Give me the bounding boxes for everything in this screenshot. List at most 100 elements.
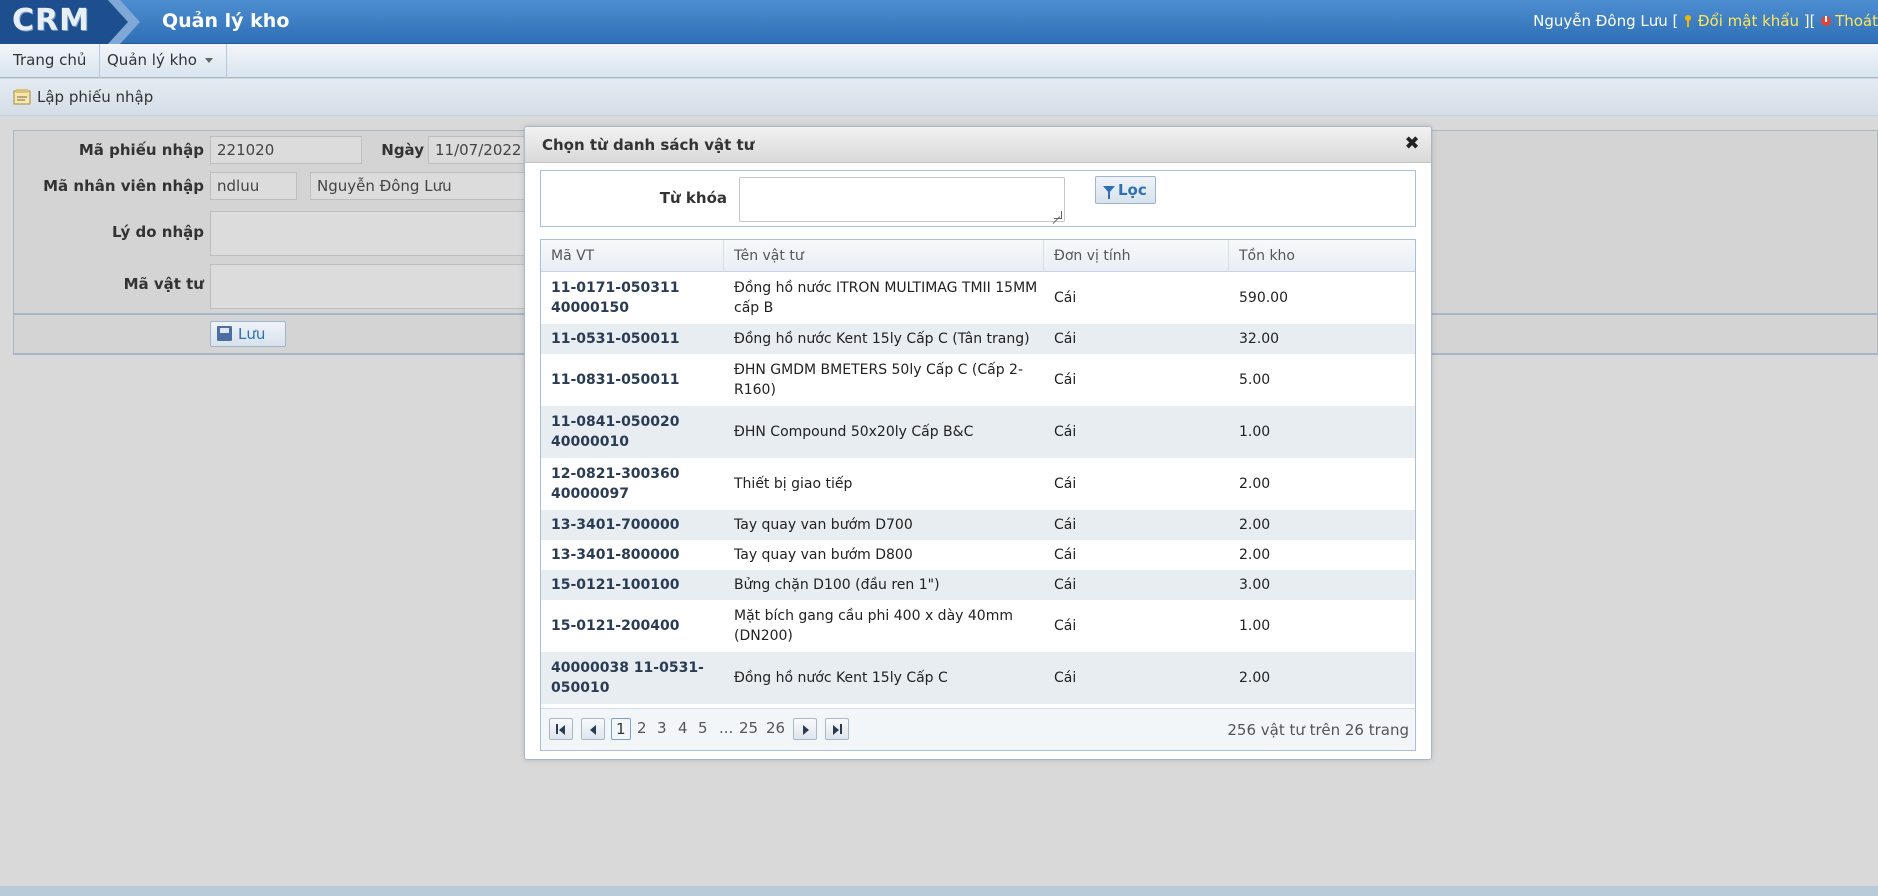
menu-item-label: Trang chủ <box>13 51 87 69</box>
cell-name: Tay quay van bướm D700 <box>734 517 913 533</box>
table-row[interactable]: 12-0821-300360 40000097 Thiết bị giao tiế… <box>541 458 1415 510</box>
cell-unit: Cái <box>1054 476 1077 492</box>
cell-name: Đồng hồ nước ITRON MULTIMAG TMII 15MM cấ… <box>734 280 1038 316</box>
table-row[interactable]: 13-3401-700000 Tay quay van bướm D700 Cái 2… <box>541 510 1415 540</box>
table-row[interactable]: 40000038 11-0531-050010 Đồng hồ nước Kent… <box>541 652 1415 704</box>
cell-stock: 590.00 <box>1239 290 1288 306</box>
cell-name: Đồng hồ nước Kent 15ly Cấp C <box>734 670 948 686</box>
page-number[interactable]: 25 <box>739 719 758 737</box>
employee-code-field[interactable]: ndluu <box>210 172 297 200</box>
cell-code: 15-0121-200400 <box>551 618 680 634</box>
cell-code: 13-3401-800000 <box>551 547 680 563</box>
column-header-stock[interactable]: Tồn kho <box>1229 240 1415 272</box>
cell-code: 40000038 11-0531-050010 <box>551 660 704 696</box>
logout-link[interactable]: Thoát <box>1835 12 1878 30</box>
resize-grip-icon[interactable] <box>1054 211 1062 219</box>
menu-item-warehouse[interactable]: Quản lý kho <box>94 44 227 78</box>
material-picker-dialog: Chọn từ danh sách vật tư ✖ Từ khóa Lọc M… <box>524 126 1432 760</box>
save-button[interactable]: Lưu <box>210 321 286 347</box>
cell-code: 13-3401-700000 <box>551 517 680 533</box>
footer-strip <box>0 886 1878 896</box>
cell-stock: 3.00 <box>1239 577 1271 593</box>
filter-icon <box>1103 186 1115 199</box>
table-row[interactable]: 15-0121-200400 Mặt bích gang cầu phi 400 … <box>541 600 1415 652</box>
crm-logo[interactable]: CRM <box>0 0 148 44</box>
filter-button[interactable]: Lọc <box>1095 176 1156 204</box>
save-label: Lưu <box>238 325 266 343</box>
cell-stock: 1.00 <box>1239 618 1271 634</box>
last-page-button[interactable] <box>825 718 849 740</box>
menu-item-home[interactable]: Trang chủ <box>0 44 101 78</box>
grid-header: Mã VT Tên vật tư Đơn vị tính Tồn kho <box>541 240 1415 272</box>
cell-code: 11-0831-050011 <box>551 372 680 388</box>
cell-name: Thiết bị giao tiếp <box>734 476 853 492</box>
logo-text: CRM <box>12 3 90 38</box>
page-title-bar: Lập phiếu nhập <box>0 79 1878 116</box>
cell-stock: 1.00 <box>1239 424 1271 440</box>
pager-info: 256 vật tư trên 26 trang <box>1227 721 1409 739</box>
keyword-input[interactable] <box>739 177 1065 222</box>
prev-page-button[interactable] <box>581 718 605 740</box>
column-header-name[interactable]: Tên vật tư <box>724 240 1044 272</box>
table-row[interactable]: 15-0121-100100 Bửng chặn D100 (đầu ren 1"… <box>541 570 1415 600</box>
first-page-button[interactable] <box>549 718 573 740</box>
user-name: Nguyễn Đông Lưu [ <box>1533 12 1679 30</box>
form-edit-icon <box>13 88 32 105</box>
logout-icon <box>1820 14 1832 28</box>
cell-code: 11-0841-050020 40000010 <box>551 414 680 450</box>
user-area: Nguyễn Đông Lưu [ Đổi mật khẩu ][ Thoát <box>1533 12 1878 30</box>
material-code-field[interactable] <box>210 264 538 309</box>
next-page-button[interactable] <box>793 718 817 740</box>
page-title: Lập phiếu nhập <box>37 88 154 106</box>
close-icon[interactable]: ✖ <box>1403 135 1421 153</box>
table-row[interactable]: 11-0171-050311 40000150 Đồng hồ nước ITRO… <box>541 272 1415 324</box>
reason-field[interactable] <box>210 211 538 256</box>
cell-unit: Cái <box>1054 670 1077 686</box>
change-password-link[interactable]: Đổi mật khẩu <box>1698 12 1799 30</box>
cell-stock: 32.00 <box>1239 331 1280 347</box>
table-row[interactable]: 11-0531-050011 Đồng hồ nước Kent 15ly Cấp… <box>541 324 1415 354</box>
receipt-code-label: Mã phiếu nhập <box>78 141 204 159</box>
app-title: Quản lý kho <box>162 10 290 32</box>
material-grid: Mã VT Tên vật tư Đơn vị tính Tồn kho 11-… <box>540 239 1416 751</box>
dialog-titlebar[interactable]: Chọn từ danh sách vật tư ✖ <box>525 127 1431 163</box>
page-ellipsis: ... <box>719 719 734 737</box>
keyword-label: Từ khóa <box>659 189 727 207</box>
table-row[interactable]: 13-3401-800000 Tay quay van bướm D800 Cái 2… <box>541 540 1415 570</box>
filter-button-label: Lọc <box>1118 181 1147 199</box>
cell-code: 15-0121-100100 <box>551 577 680 593</box>
page-number[interactable]: 26 <box>766 719 785 737</box>
cell-stock: 2.00 <box>1239 517 1271 533</box>
page-number[interactable]: 2 <box>637 719 647 737</box>
key-icon <box>1683 14 1693 28</box>
material-code-label: Mã vật tư <box>123 275 204 293</box>
column-header-unit[interactable]: Đơn vị tính <box>1044 240 1229 272</box>
reason-label: Lý do nhập <box>111 223 204 241</box>
dialog-title: Chọn từ danh sách vật tư <box>542 136 755 154</box>
column-header-code[interactable]: Mã VT <box>541 240 724 272</box>
pager: 1 2 3 4 5 ... 25 26 256 vật tư trên 26 t… <box>541 708 1415 750</box>
cell-unit: Cái <box>1054 618 1077 634</box>
floppy-icon <box>217 326 232 341</box>
table-row[interactable]: 11-0841-050020 40000010 ĐHN Compound 50x2… <box>541 406 1415 458</box>
cell-unit: Cái <box>1054 372 1077 388</box>
cell-code: 11-0531-050011 <box>551 331 680 347</box>
table-row[interactable]: 11-0831-050011 ĐHN GMDM BMETERS 50ly Cấp … <box>541 354 1415 406</box>
cell-name: ĐHN GMDM BMETERS 50ly Cấp C (Cấp 2-R160) <box>734 362 1023 398</box>
cell-unit: Cái <box>1054 577 1077 593</box>
cell-stock: 2.00 <box>1239 476 1271 492</box>
cell-name: ĐHN Compound 50x20ly Cấp B&C <box>734 424 974 440</box>
employee-name-field[interactable]: Nguyễn Đông Lưu <box>310 172 538 200</box>
chevron-down-icon <box>204 58 213 63</box>
page-number[interactable]: 1 <box>611 718 631 740</box>
date-field[interactable]: 11/07/2022 <box>428 136 538 164</box>
cell-unit: Cái <box>1054 517 1077 533</box>
page-number[interactable]: 5 <box>698 719 708 737</box>
page-number[interactable]: 4 <box>678 719 688 737</box>
cell-name: Mặt bích gang cầu phi 400 x dày 40mm (DN… <box>734 608 1013 644</box>
cell-code: 11-0171-050311 40000150 <box>551 280 680 316</box>
cell-stock: 5.00 <box>1239 372 1271 388</box>
page-number[interactable]: 3 <box>657 719 667 737</box>
menu-item-label: Quản lý kho <box>107 51 197 69</box>
cell-name: Bửng chặn D100 (đầu ren 1") <box>734 577 940 593</box>
